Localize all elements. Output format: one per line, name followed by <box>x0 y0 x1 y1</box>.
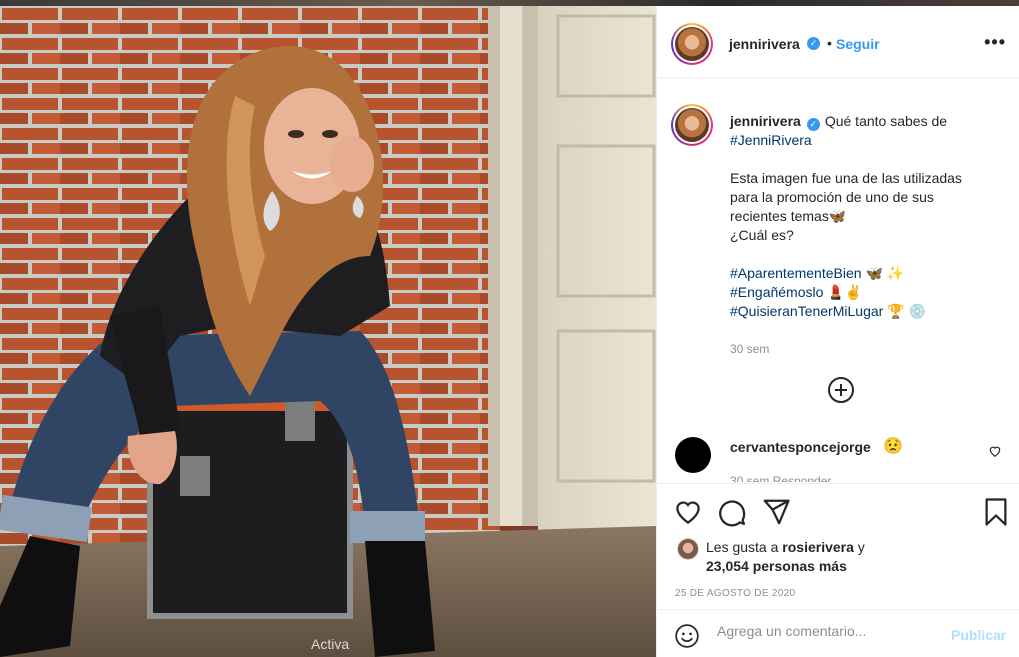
post-image[interactable] <box>0 6 656 657</box>
paper-plane-icon[interactable] <box>761 497 791 527</box>
verified-badge-icon: ✓ <box>807 37 820 50</box>
caption-line: para la promoción de uno de sus <box>730 189 934 205</box>
caption-username[interactable]: jennirivera <box>730 113 801 129</box>
separator-dot: • <box>827 35 832 51</box>
emoji-text: 💄✌ <box>827 284 863 300</box>
header-username[interactable]: jennirivera <box>729 36 800 52</box>
comment-heart-icon[interactable] <box>988 444 1002 458</box>
comment-input[interactable] <box>717 623 937 639</box>
heart-icon[interactable] <box>673 497 703 527</box>
comment-item: cervantesponcejorge 😟 30 sem Responder <box>657 434 1019 482</box>
likes-connector: y <box>857 539 865 555</box>
os-watermark: Activa <box>311 636 350 652</box>
caption-line: Esta imagen fue una de las utilizadas <box>730 170 962 186</box>
smiley-icon[interactable] <box>674 623 700 649</box>
publish-button[interactable]: Publicar <box>951 627 1006 643</box>
follow-button[interactable]: Seguir <box>836 36 880 52</box>
post-side-panel: jennirivera ✓ • Seguir ••• jennirivera ✓ Q… <box>656 6 1019 657</box>
hashtag-link[interactable]: #Engañémoslo <box>730 284 823 300</box>
post-date[interactable]: 25 DE AGOSTO DE 2020 <box>675 588 795 599</box>
likes-prefix: Les gusta a <box>706 539 779 555</box>
post-header: jennirivera ✓ • Seguir ••• <box>657 6 1019 78</box>
verified-badge-icon: ✓ <box>806 118 820 131</box>
hashtag-link[interactable]: #QuisieranTenerMiLugar <box>730 303 883 319</box>
add-comment-bar: Publicar <box>657 609 1019 657</box>
liker-username[interactable]: rosierivera <box>782 539 854 555</box>
caption-text: jennirivera ✓ Qué tanto sabes de #JenniRiv… <box>730 112 990 321</box>
plus-circle-icon[interactable] <box>828 377 854 403</box>
caption-timestamp[interactable]: 30 sem <box>730 342 769 356</box>
commenter-avatar[interactable] <box>675 437 711 473</box>
likes-count[interactable]: 23,054 personas más <box>706 558 847 574</box>
caption-line: recientes temas🦋 <box>730 208 847 224</box>
bookmark-icon[interactable] <box>981 497 1011 527</box>
emoji-text: 🏆 💿 <box>887 303 926 319</box>
hashtag-link[interactable]: #AparentementeBien <box>730 265 862 281</box>
profile-avatar[interactable] <box>671 23 713 65</box>
caption-line: ¿Cuál es? <box>730 227 794 243</box>
commenter-username[interactable]: cervantesponcejorge <box>730 439 871 455</box>
comment-meta: 30 sem Responder <box>730 474 832 482</box>
more-options-icon[interactable]: ••• <box>984 32 1006 53</box>
comment-bubble-icon[interactable] <box>717 497 747 527</box>
liker-avatar[interactable] <box>677 538 699 560</box>
caption-line: Qué tanto sabes de <box>824 113 948 129</box>
post-photo-illustration <box>0 6 656 657</box>
hashtag-link[interactable]: #JenniRivera <box>730 131 990 150</box>
caption-avatar[interactable] <box>671 104 713 146</box>
comment-text: 😟 <box>883 438 903 455</box>
emoji-text: 🦋 ✨ <box>865 265 905 281</box>
likes-text: Les gusta a rosierivera y 23,054 persona… <box>706 538 996 576</box>
